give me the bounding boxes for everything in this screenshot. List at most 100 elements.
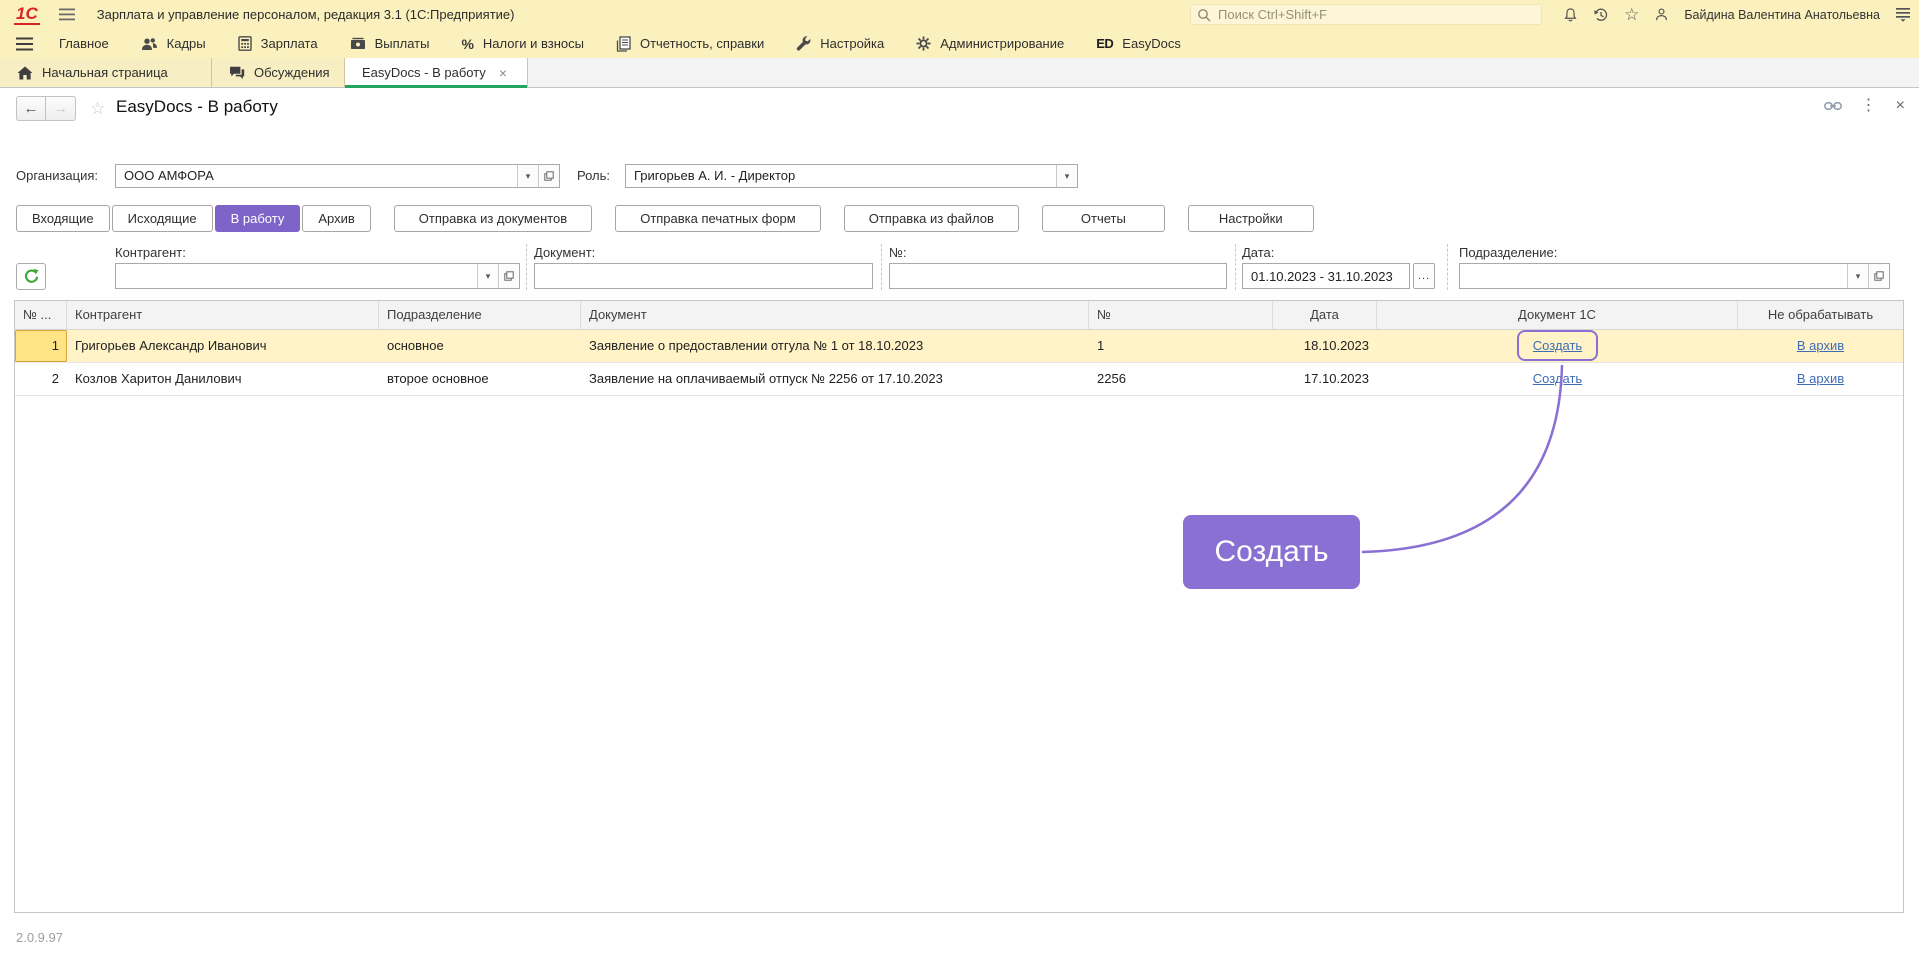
column-header-document[interactable]: Документ	[581, 301, 1089, 329]
view-button-send-from-documents[interactable]: Отправка из документов	[394, 205, 592, 232]
row-number-cell: 2	[15, 363, 67, 395]
column-header-no-process[interactable]: Не обрабатывать	[1738, 301, 1903, 329]
chevron-down-icon[interactable]: ▾	[1056, 165, 1077, 187]
contractor-cell: Козлов Харитон Данилович	[67, 363, 379, 395]
banknote-icon	[350, 37, 366, 50]
nav-buttons: ← →	[16, 96, 76, 121]
column-header-doc1c[interactable]: Документ 1С	[1377, 301, 1738, 329]
date-period-more-button[interactable]: ...	[1413, 263, 1435, 289]
filter-separator	[881, 244, 882, 290]
menu-item-settings[interactable]: Настройка	[780, 29, 900, 58]
open-windows-tabbar: Начальная страница Обсуждения EasyDocs -…	[0, 58, 1919, 88]
document-cell: Заявление о предоставлении отгула № 1 от…	[581, 330, 1089, 362]
page-title: EasyDocs - В работу	[116, 97, 278, 117]
view-button-incoming[interactable]: Входящие	[16, 205, 110, 232]
filter-separator	[526, 244, 527, 290]
create-doc1c-link[interactable]: Создать	[1533, 338, 1582, 353]
history-icon[interactable]	[1593, 7, 1609, 23]
column-header-contractor[interactable]: Контрагент	[67, 301, 379, 329]
application-window: 1С Зарплата и управление персоналом, ред…	[0, 0, 1919, 963]
view-switch-buttons: Входящие Исходящие В работу Архив Отправ…	[16, 205, 1316, 232]
search-input[interactable]	[1216, 6, 1535, 23]
chat-icon	[229, 66, 245, 80]
home-icon	[17, 66, 33, 80]
refresh-icon	[23, 268, 40, 285]
menu-item-main[interactable]: Главное	[43, 29, 125, 58]
menu-item-payments[interactable]: Выплаты	[334, 29, 446, 58]
tab-discussions[interactable]: Обсуждения	[212, 58, 345, 87]
column-header-rownum[interactable]: № ...	[15, 301, 67, 329]
tab-easydocs-active[interactable]: EasyDocs - В работу ×	[345, 58, 528, 87]
chevron-down-icon[interactable]: ▾	[1847, 264, 1868, 288]
contractor-filter-label: Контрагент:	[115, 245, 186, 260]
easydocs-ed-icon: ED	[1096, 36, 1113, 51]
close-form-icon[interactable]: ×	[1896, 98, 1905, 114]
global-search[interactable]	[1190, 4, 1542, 25]
sections-menu-bar: Главное Кадры Зарплата Выплаты % Налоги …	[0, 29, 1919, 58]
view-button-settings[interactable]: Настройки	[1188, 205, 1314, 232]
number-filter-input[interactable]	[889, 263, 1227, 289]
view-button-send-from-files[interactable]: Отправка из файлов	[844, 205, 1019, 232]
department-cell: второе основное	[379, 363, 581, 395]
document-cell: Заявление на оплачиваемый отпуск № 2256 …	[581, 363, 1089, 395]
notifications-bell-icon[interactable]	[1563, 7, 1578, 23]
chevron-down-icon[interactable]: ▾	[477, 264, 498, 288]
refresh-button[interactable]	[16, 263, 46, 290]
organization-combo[interactable]: ООО АМФОРА ▾	[115, 164, 560, 188]
titlebar-actions: ☆ Байдина Валентина Анатольевна	[1563, 0, 1911, 29]
column-header-department[interactable]: Подразделение	[379, 301, 581, 329]
chevron-down-icon[interactable]: ▾	[517, 165, 538, 187]
column-header-date[interactable]: Дата	[1273, 301, 1377, 329]
document-filter-label: Документ:	[534, 245, 595, 260]
select-from-list-icon[interactable]	[538, 165, 559, 187]
number-filter-label: №:	[889, 245, 907, 260]
department-filter-combo[interactable]: ▾	[1459, 263, 1890, 289]
user-icon[interactable]	[1654, 7, 1669, 22]
table-header-row: № ... Контрагент Подразделение Документ …	[15, 301, 1903, 330]
back-button[interactable]: ←	[16, 96, 46, 121]
view-button-archive[interactable]: Архив	[302, 205, 370, 232]
window-title: Зарплата и управление персоналом, редакц…	[97, 7, 515, 22]
documents-table: № ... Контрагент Подразделение Документ …	[14, 300, 1904, 913]
table-row[interactable]: 1 Григорьев Александр Иванович основное …	[15, 330, 1903, 363]
forward-button[interactable]: →	[46, 96, 76, 121]
tab-home-page[interactable]: Начальная страница	[0, 58, 212, 87]
service-menu-icon[interactable]	[1895, 7, 1911, 22]
date-filter-label: Дата:	[1242, 245, 1274, 260]
to-archive-link[interactable]: В архив	[1797, 371, 1844, 386]
favorites-star-icon[interactable]: ☆	[1624, 6, 1639, 23]
add-favorite-star-icon[interactable]: ☆	[90, 99, 105, 119]
filter-separator	[1447, 244, 1448, 290]
title-bar: 1С Зарплата и управление персоналом, ред…	[0, 0, 1919, 29]
get-link-icon[interactable]	[1824, 101, 1842, 111]
tab-close-icon[interactable]: ×	[499, 65, 507, 81]
menu-item-hr[interactable]: Кадры	[125, 29, 222, 58]
current-user-name: Байдина Валентина Анатольевна	[1684, 8, 1880, 22]
select-from-list-icon[interactable]	[498, 264, 519, 288]
menu-item-taxes[interactable]: % Налоги и взносы	[445, 29, 600, 58]
contractor-filter-combo[interactable]: ▾	[115, 263, 520, 289]
to-archive-link[interactable]: В архив	[1797, 338, 1844, 353]
menu-item-salary[interactable]: Зарплата	[222, 29, 334, 58]
date-filter-input[interactable]	[1242, 263, 1410, 289]
view-button-send-printed-forms[interactable]: Отправка печатных форм	[615, 205, 821, 232]
select-from-list-icon[interactable]	[1868, 264, 1889, 288]
calculator-icon	[238, 36, 252, 51]
sections-panel-icon[interactable]	[16, 37, 33, 51]
column-header-number[interactable]: №	[1089, 301, 1273, 329]
more-actions-kebab-icon[interactable]: ⋮	[1861, 98, 1877, 114]
role-value: Григорьев А. И. - Директор	[626, 165, 1056, 187]
view-button-outgoing[interactable]: Исходящие	[112, 205, 213, 232]
menu-item-reports[interactable]: Отчетность, справки	[600, 29, 780, 58]
role-label: Роль:	[577, 168, 610, 183]
menu-item-easydocs[interactable]: ED EasyDocs	[1080, 29, 1197, 58]
menu-item-administration[interactable]: Администрирование	[900, 29, 1080, 58]
view-button-in-work[interactable]: В работу	[215, 205, 301, 232]
create-doc1c-link[interactable]: Создать	[1533, 371, 1582, 386]
document-filter-input[interactable]	[534, 263, 873, 289]
role-combo[interactable]: Григорьев А. И. - Директор ▾	[625, 164, 1078, 188]
main-menu-icon[interactable]	[59, 8, 75, 21]
wrench-icon	[796, 36, 811, 51]
table-row[interactable]: 2 Козлов Харитон Данилович второе основн…	[15, 363, 1903, 396]
view-button-reports[interactable]: Отчеты	[1042, 205, 1165, 232]
